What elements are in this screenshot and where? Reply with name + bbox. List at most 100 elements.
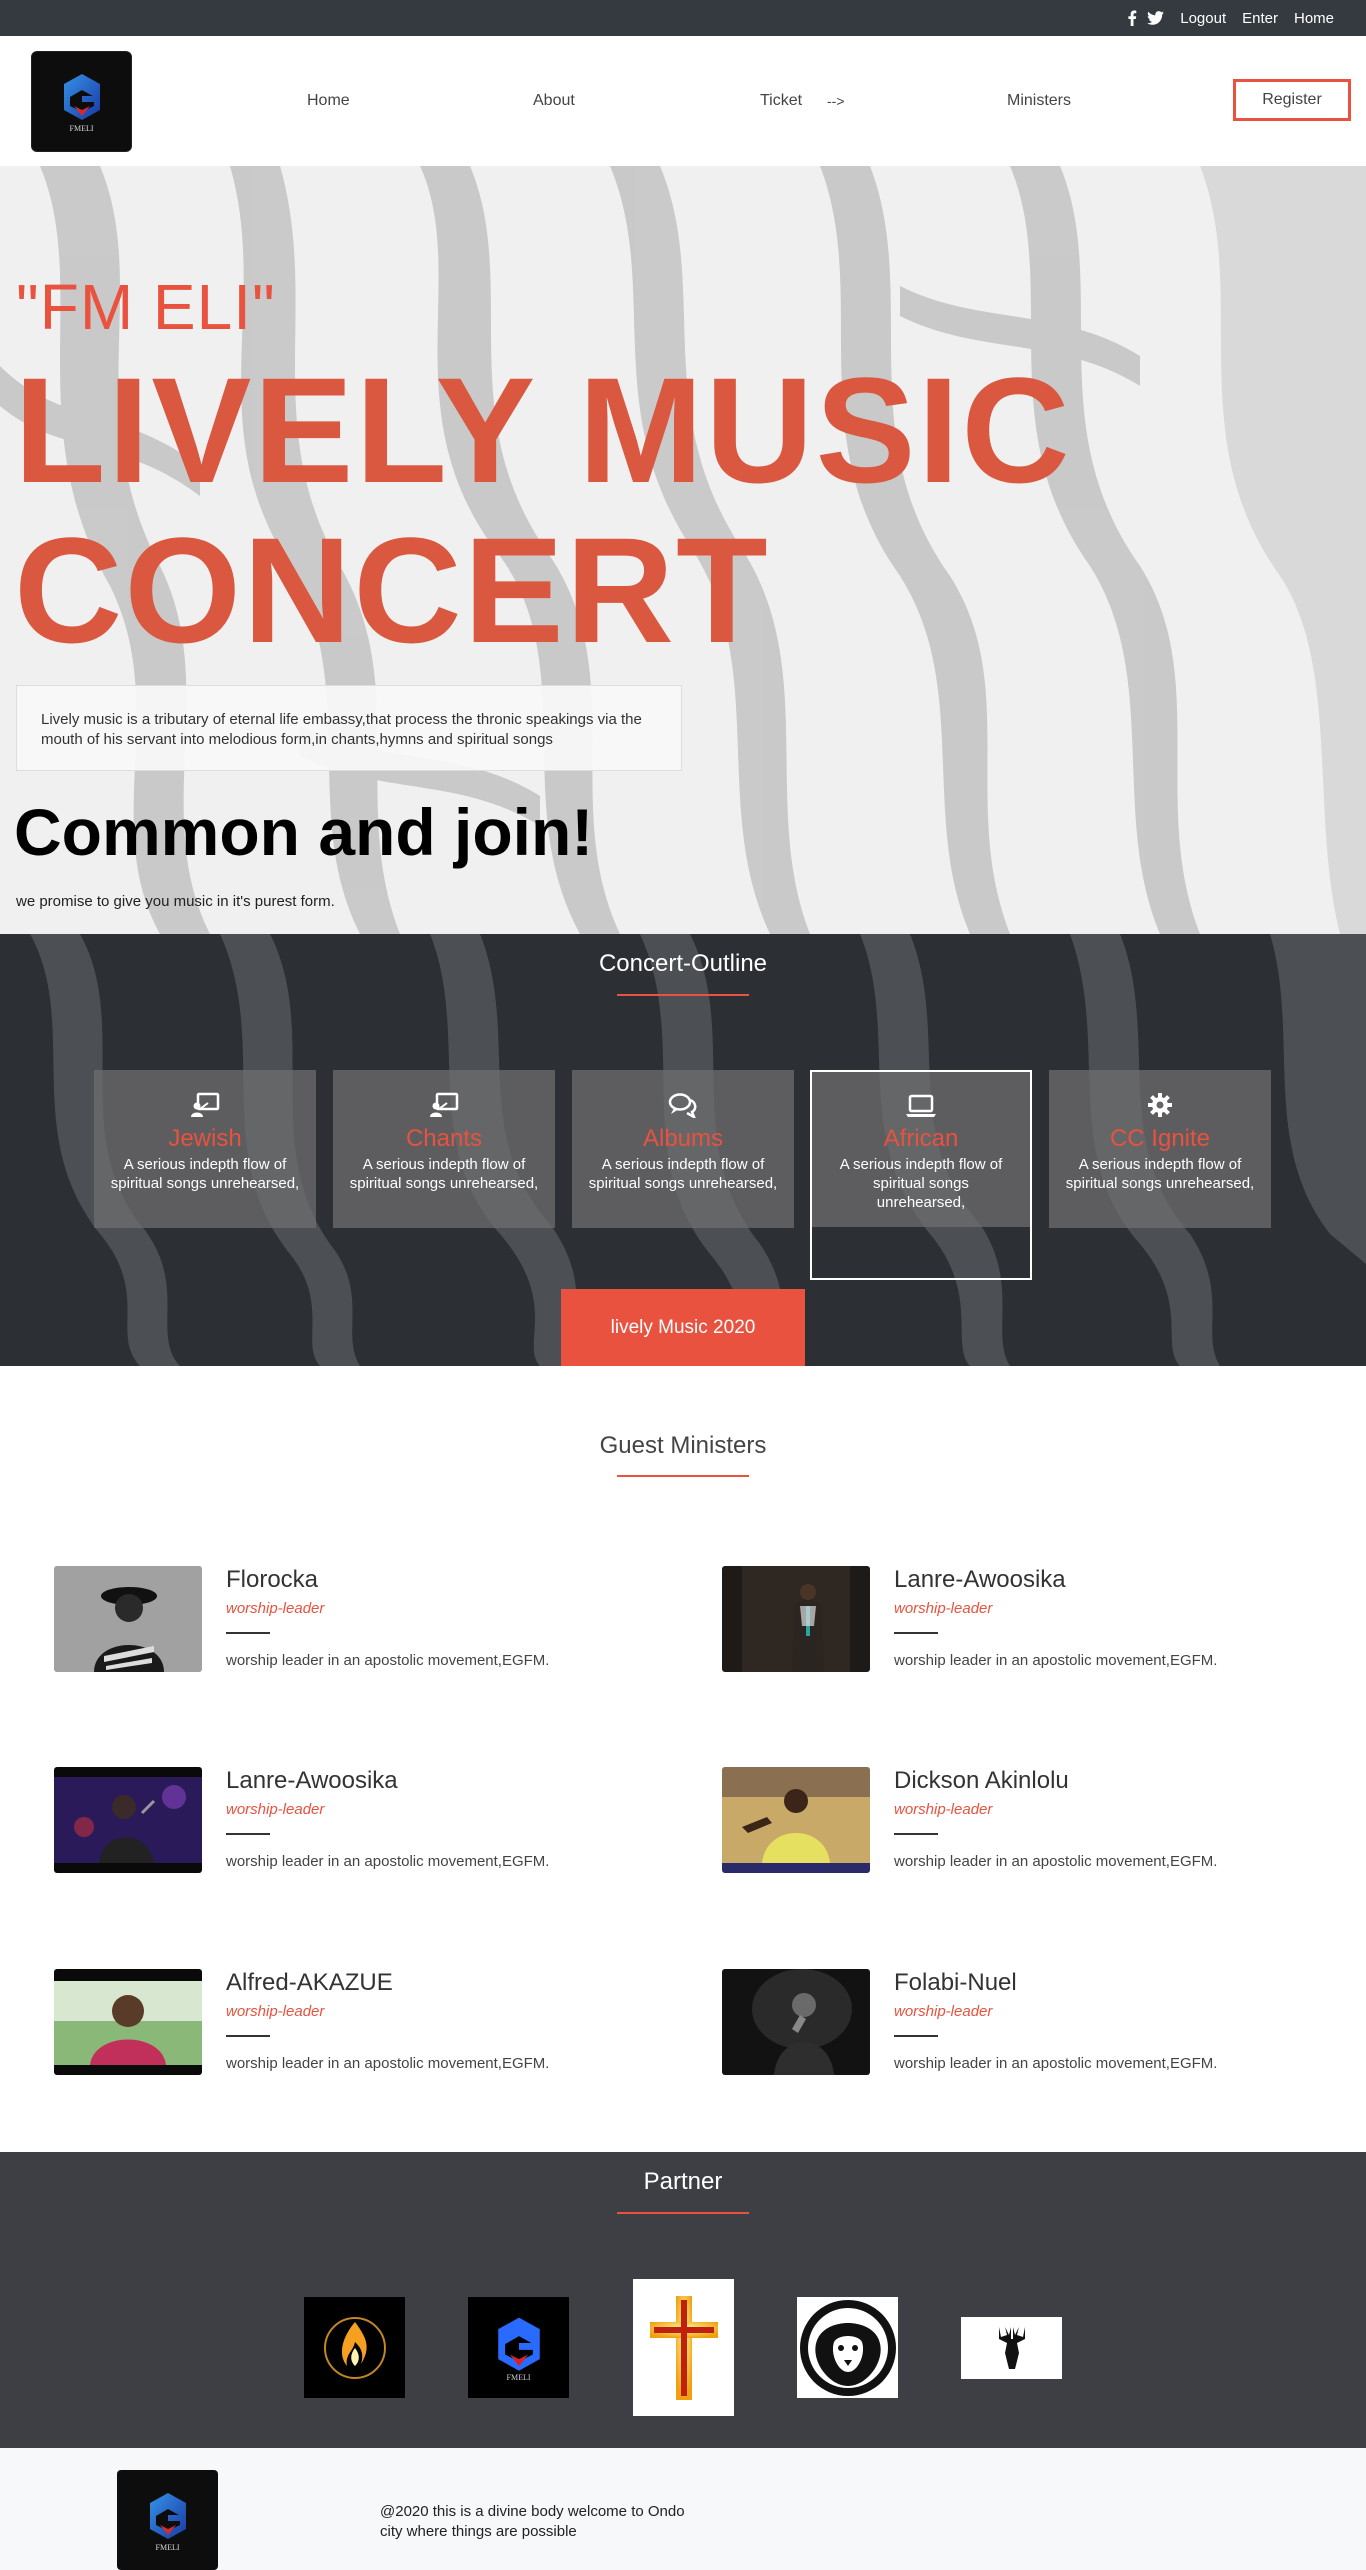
card-text: A serious indepth flow of spiritual song… — [1065, 1156, 1255, 1192]
ministers-title-underline — [617, 1475, 749, 1477]
outline-title-underline — [617, 994, 749, 996]
nav-about[interactable]: About — [533, 92, 575, 110]
nav-home[interactable]: Home — [307, 92, 350, 110]
minister-divider — [226, 1833, 270, 1835]
outline-card-chants[interactable]: Chants A serious indepth flow of spiritu… — [333, 1070, 555, 1228]
minister-name: Florocka — [226, 1566, 319, 1593]
outline-card-albums[interactable]: Albums A serious indepth flow of spiritu… — [572, 1070, 794, 1228]
partner-title: Partner — [643, 2168, 723, 2195]
minister-name: Lanre-Awoosika — [226, 1767, 398, 1794]
minister-card: Florocka worship-leader worship leader i… — [54, 1566, 694, 1676]
minister-card: Dickson Akinlolu worship-leader worship … — [722, 1767, 1362, 1877]
lively-music-button[interactable]: lively Music 2020 — [561, 1289, 805, 1366]
register-button[interactable]: Register — [1233, 79, 1351, 121]
social-links — [1127, 10, 1165, 26]
minister-bio: worship leader in an apostolic movement,… — [226, 1652, 550, 1669]
outline-title: Concert-Outline — [598, 950, 768, 977]
minister-photo[interactable] — [54, 1566, 202, 1672]
hero-title-line1: LIVELY MUSIC — [14, 346, 1072, 514]
presentation-icon — [191, 1092, 220, 1117]
hero-section: "FM ELI" LIVELY MUSIC CONCERT Lively mus… — [0, 166, 1366, 934]
header: FMELI Home About Ticket --> Ministers Re… — [0, 36, 1366, 166]
card-title: Jewish — [168, 1125, 242, 1152]
card-text: A serious indepth flow of spiritual song… — [839, 1156, 1003, 1211]
minister-card: Lanre-Awoosika worship-leader worship le… — [722, 1566, 1362, 1676]
fmeli-logo-icon[interactable]: FMELI — [468, 2297, 569, 2398]
card-title: CC Ignite — [1109, 1125, 1211, 1152]
minister-card: Lanre-Awoosika worship-leader worship le… — [54, 1767, 694, 1877]
card-title: African — [883, 1125, 959, 1152]
hero-join-heading: Common and join! — [14, 795, 594, 869]
minister-name: Folabi-Nuel — [894, 1969, 1017, 1996]
minister-name: Alfred-AKAZUE — [226, 1969, 393, 1996]
outline-card-jewish[interactable]: Jewish A serious indepth flow of spiritu… — [94, 1070, 316, 1228]
minister-photo[interactable] — [722, 1566, 870, 1672]
minister-role: worship-leader — [894, 1600, 993, 1617]
nav-ticket[interactable]: Ticket — [760, 92, 802, 110]
partner-title-underline — [617, 2212, 749, 2214]
hero-title: LIVELY MUSIC CONCERT — [14, 350, 1114, 670]
minister-bio: worship leader in an apostolic movement,… — [226, 2055, 550, 2072]
fmeli-logo-icon — [149, 2492, 186, 2539]
minister-bio: worship leader in an apostolic movement,… — [226, 1853, 550, 1870]
minister-divider — [894, 1833, 938, 1835]
chat-bubbles-icon — [668, 1093, 697, 1120]
gear-icon — [1148, 1093, 1172, 1117]
concert-outline-section: Concert-Outline Jewish A serious indepth… — [0, 934, 1366, 1366]
minister-photo[interactable] — [722, 1969, 870, 2075]
minister-role: worship-leader — [226, 1600, 325, 1617]
top-bar-links: Logout Enter Home — [1127, 0, 1334, 36]
card-text: A serious indepth flow of spiritual song… — [588, 1156, 778, 1192]
minister-name: Lanre-Awoosika — [894, 1566, 1066, 1593]
minister-bio: worship leader in an apostolic movement,… — [894, 2055, 1218, 2072]
hero-subtitle: "FM ELI" — [16, 271, 276, 343]
outline-card-african[interactable]: African A serious indepth flow of spirit… — [810, 1070, 1032, 1280]
minister-divider — [226, 2035, 270, 2037]
minister-card: Folabi-Nuel worship-leader worship leade… — [722, 1969, 1362, 2079]
presentation-icon — [430, 1092, 459, 1117]
ministers-title: Guest Ministers — [599, 1432, 767, 1459]
nav-arrow-text: --> — [827, 93, 845, 109]
minister-divider — [894, 1632, 938, 1634]
deer-logo-icon[interactable] — [961, 2317, 1062, 2379]
top-home-link[interactable]: Home — [1294, 10, 1334, 27]
guest-ministers-section: Guest Ministers Florocka worship-leader … — [0, 1366, 1366, 2152]
minister-role: worship-leader — [894, 1801, 993, 1818]
card-title: Albums — [642, 1125, 724, 1152]
lion-logo-icon[interactable] — [797, 2297, 898, 2398]
laptop-icon — [906, 1094, 936, 1117]
minister-card: Alfred-AKAZUE worship-leader worship lea… — [54, 1969, 694, 2079]
nav-ministers[interactable]: Ministers — [1007, 92, 1071, 110]
minister-role: worship-leader — [226, 1801, 325, 1818]
footer-logo[interactable]: FMELI — [117, 2470, 218, 2570]
hero-promise-text: we promise to give you music in it's pur… — [16, 893, 335, 910]
minister-role: worship-leader — [226, 2003, 325, 2020]
hero-title-line2: CONCERT — [14, 506, 770, 674]
footer-text: @2020 this is a divine body welcome to O… — [380, 2503, 685, 2540]
minister-bio: worship leader in an apostolic movement,… — [894, 1652, 1218, 1669]
partner-section: Partner FMELI — [0, 2152, 1366, 2448]
flame-logo-icon[interactable] — [304, 2297, 405, 2398]
footer-logo-text: FMELI — [155, 2542, 180, 2552]
cross-logo-icon[interactable] — [633, 2279, 734, 2416]
outline-card-cc-ignite[interactable]: CC Ignite A serious indepth flow of spir… — [1049, 1070, 1271, 1228]
minister-bio: worship leader in an apostolic movement,… — [894, 1853, 1218, 1870]
minister-photo[interactable] — [54, 1767, 202, 1873]
facebook-icon[interactable] — [1127, 10, 1137, 26]
card-text: A serious indepth flow of spiritual song… — [110, 1156, 300, 1192]
minister-divider — [894, 2035, 938, 2037]
minister-name: Dickson Akinlolu — [894, 1767, 1069, 1794]
twitter-icon[interactable] — [1147, 11, 1165, 25]
logout-link[interactable]: Logout — [1180, 10, 1226, 27]
minister-role: worship-leader — [894, 2003, 993, 2020]
card-text: A serious indepth flow of spiritual song… — [349, 1156, 539, 1192]
enter-link[interactable]: Enter — [1242, 10, 1278, 27]
card-title: Chants — [405, 1125, 483, 1152]
minister-divider — [226, 1632, 270, 1634]
footer: FMELI @2020 this is a divine body welcom… — [0, 2448, 1366, 2570]
top-bar: Logout Enter Home — [0, 0, 1366, 36]
minister-photo[interactable] — [54, 1969, 202, 2075]
main-nav: Home About Ticket --> Ministers Register — [0, 36, 1366, 166]
hero-description: Lively music is a tributary of eternal l… — [16, 685, 682, 771]
minister-photo[interactable] — [722, 1767, 870, 1873]
